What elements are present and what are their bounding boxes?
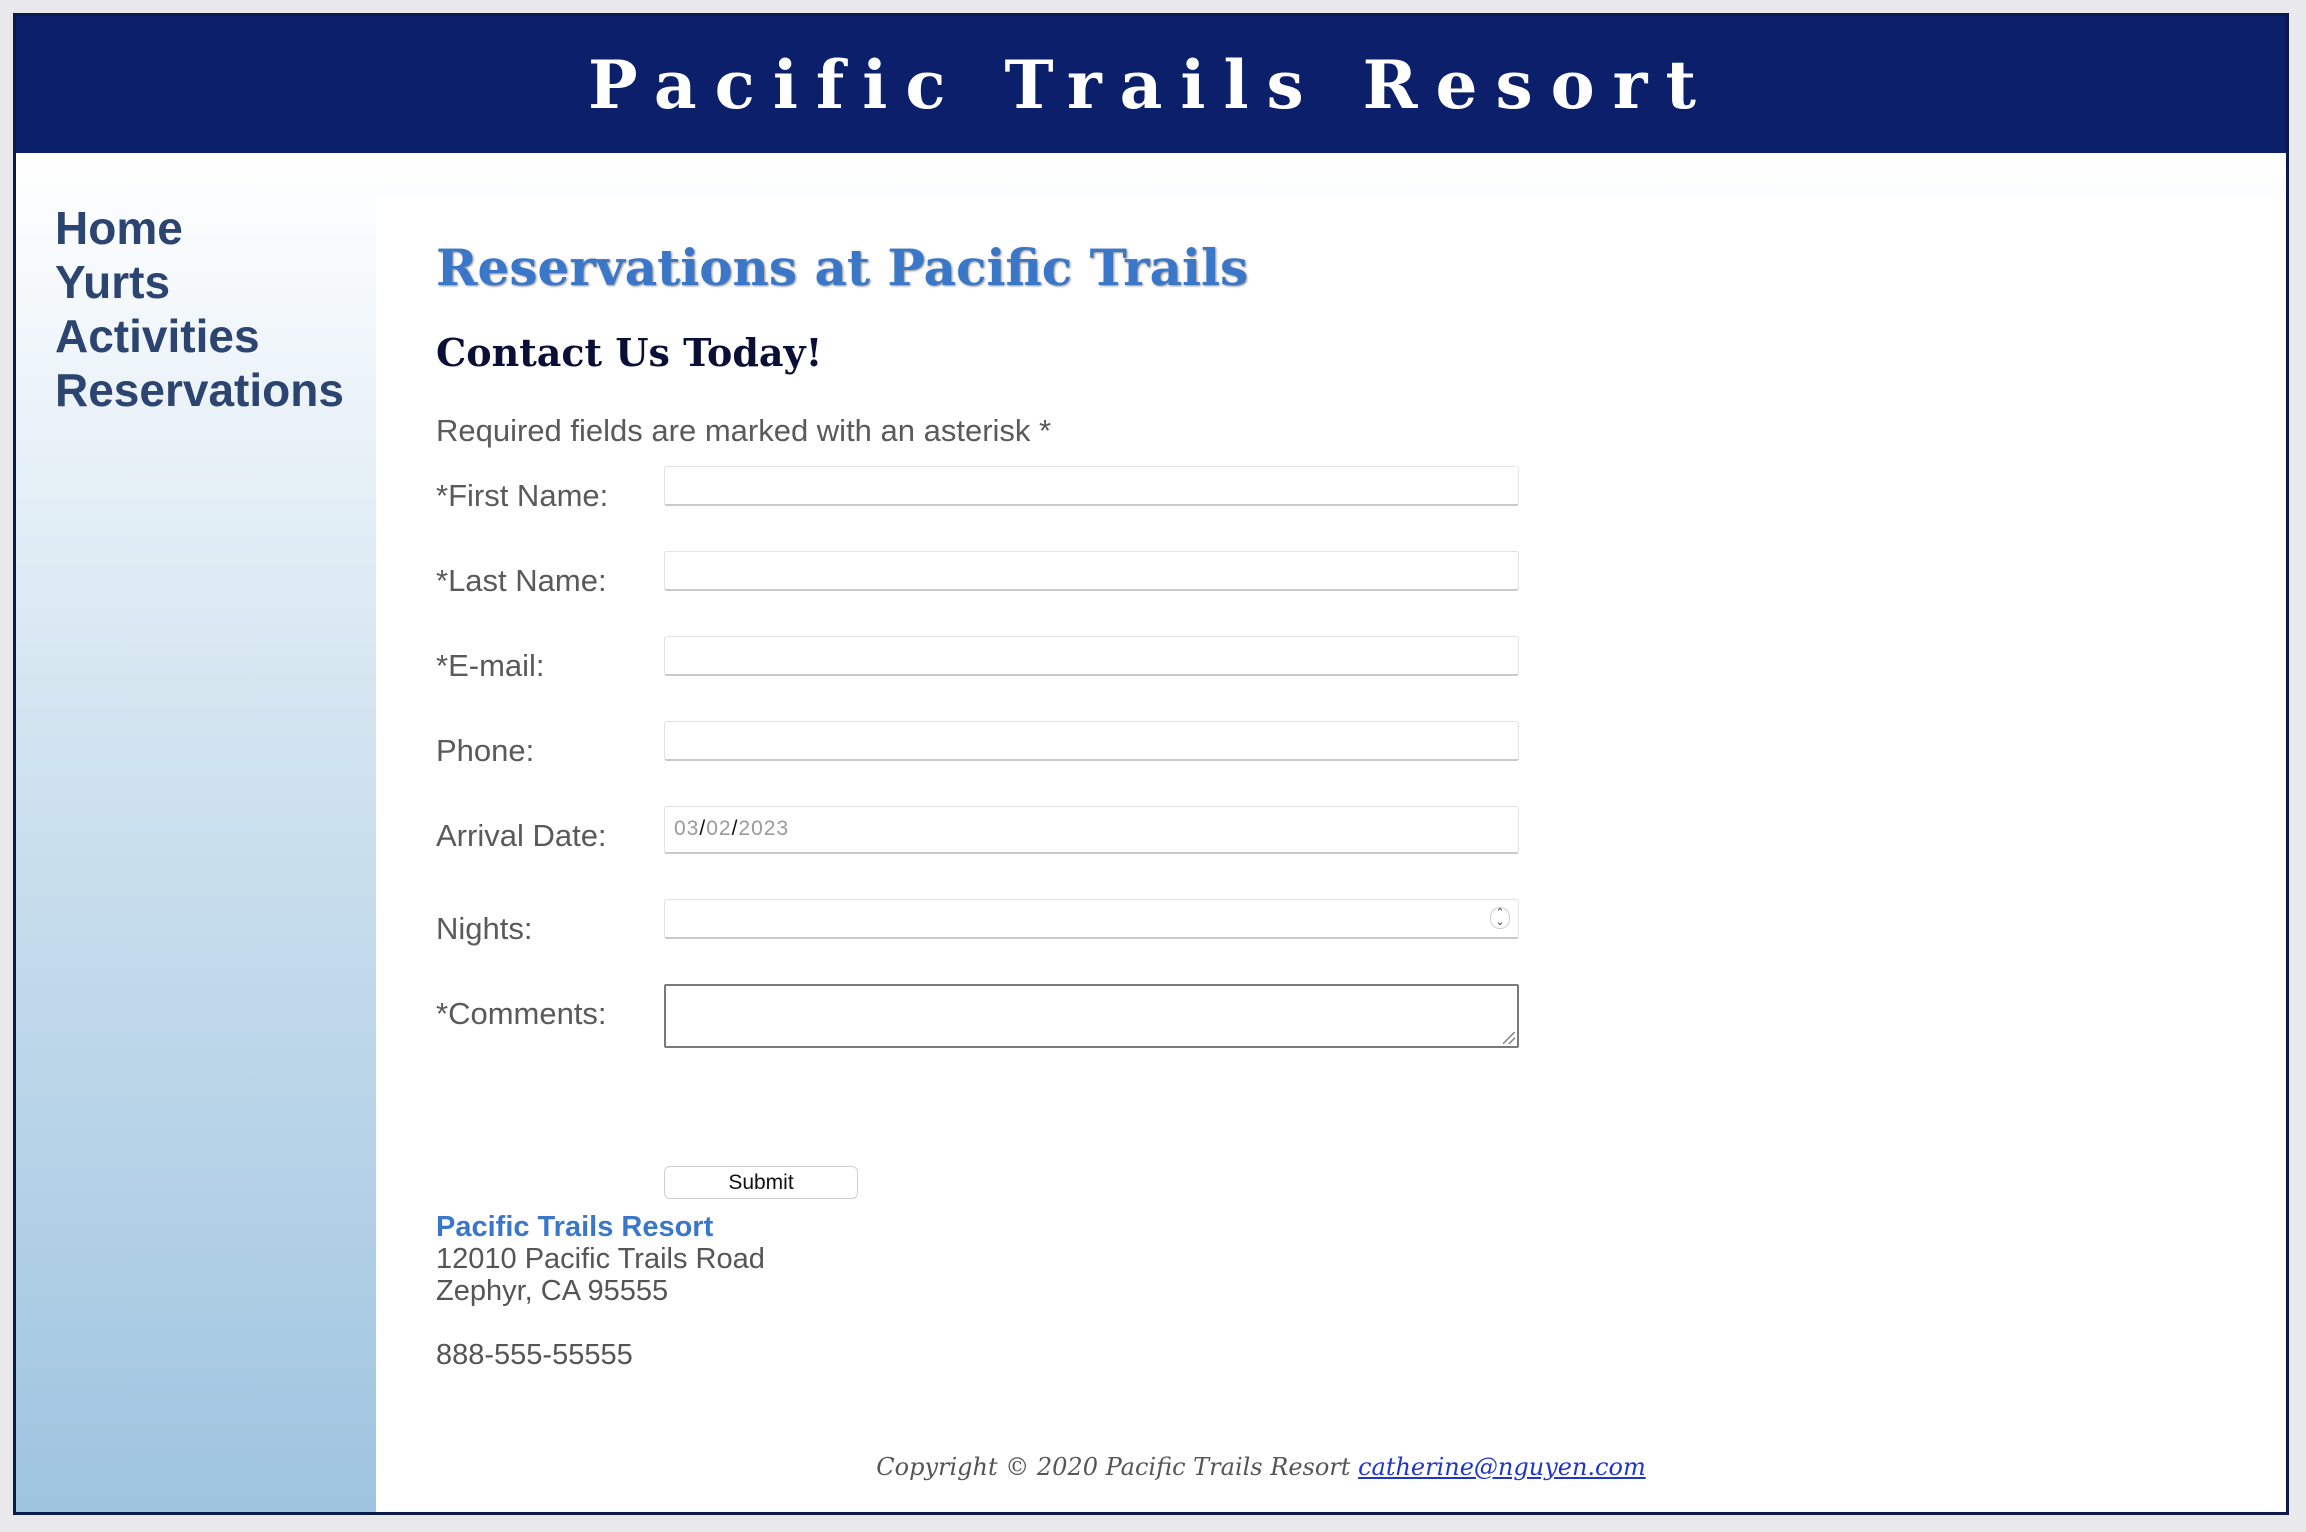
phone-label: Phone: xyxy=(436,733,535,768)
resort-phone: 888-555-55555 xyxy=(436,1339,633,1371)
nav-list: Home Yurts Activities Reservations xyxy=(16,153,376,417)
nav-link-activities[interactable]: Activities xyxy=(55,310,260,362)
arrival-date-label: Arrival Date: xyxy=(436,818,607,853)
main-nav: Home Yurts Activities Reservations xyxy=(16,153,376,1512)
contact-subheading: Contact Us Today! xyxy=(436,330,823,375)
comments-textarea[interactable] xyxy=(664,984,1519,1048)
first-name-input[interactable] xyxy=(664,466,1519,506)
nav-link-yurts[interactable]: Yurts xyxy=(55,256,170,308)
arrival-month[interactable]: 03 xyxy=(674,817,699,840)
nights-spinner-icon[interactable]: ⌃ ⌄ xyxy=(1490,907,1510,929)
copyright-text: Copyright © 2020 Pacific Trails Resort xyxy=(876,1453,1351,1481)
nav-item-reservations: Reservations xyxy=(55,363,376,417)
footer-email-link[interactable]: catherine@nguyen.com xyxy=(1358,1453,1646,1481)
site-title: Pacific Trails Resort xyxy=(588,45,1714,124)
main-content: Reservations at Pacific Trails Contact U… xyxy=(376,198,2286,1512)
comments-label: *Comments: xyxy=(436,996,607,1031)
nav-item-yurts: Yurts xyxy=(55,255,376,309)
page-heading: Reservations at Pacific Trails xyxy=(436,238,1249,297)
nav-item-home: Home xyxy=(55,201,376,255)
last-name-label: *Last Name: xyxy=(436,563,607,598)
arrival-year[interactable]: 2023 xyxy=(738,817,789,840)
site-header: Pacific Trails Resort xyxy=(16,16,2286,153)
city-state-zip: Zephyr, CA 95555 xyxy=(436,1275,669,1307)
page-wrapper: Pacific Trails Resort Home Yurts Activit… xyxy=(13,13,2289,1515)
nav-link-reservations[interactable]: Reservations xyxy=(55,364,344,416)
arrival-date-input[interactable]: 03/02/2023 xyxy=(664,806,1519,854)
last-name-input[interactable] xyxy=(664,551,1519,591)
street-address: 12010 Pacific Trails Road xyxy=(436,1243,765,1275)
content-area: Home Yurts Activities Reservations Reser… xyxy=(16,153,2286,1512)
resort-name: Pacific Trails Resort xyxy=(436,1211,714,1243)
page-footer: Copyright © 2020 Pacific Trails Resort c… xyxy=(376,1453,2286,1481)
contact-address: Pacific Trails Resort 12010 Pacific Trai… xyxy=(436,1211,765,1371)
resize-handle-icon[interactable] xyxy=(1503,1032,1515,1044)
first-name-label: *First Name: xyxy=(436,478,609,513)
submit-button[interactable]: Submit xyxy=(664,1166,858,1199)
nights-label: Nights: xyxy=(436,911,533,946)
nav-item-activities: Activities xyxy=(55,309,376,363)
nav-link-home[interactable]: Home xyxy=(55,202,183,254)
required-fields-note: Required fields are marked with an aster… xyxy=(436,413,1052,448)
phone-input[interactable] xyxy=(664,721,1519,761)
email-input[interactable] xyxy=(664,636,1519,676)
email-label: *E-mail: xyxy=(436,648,545,683)
arrival-day[interactable]: 02 xyxy=(706,817,731,840)
nights-input[interactable]: ⌃ ⌄ xyxy=(664,899,1519,939)
address-spacer xyxy=(436,1307,765,1339)
